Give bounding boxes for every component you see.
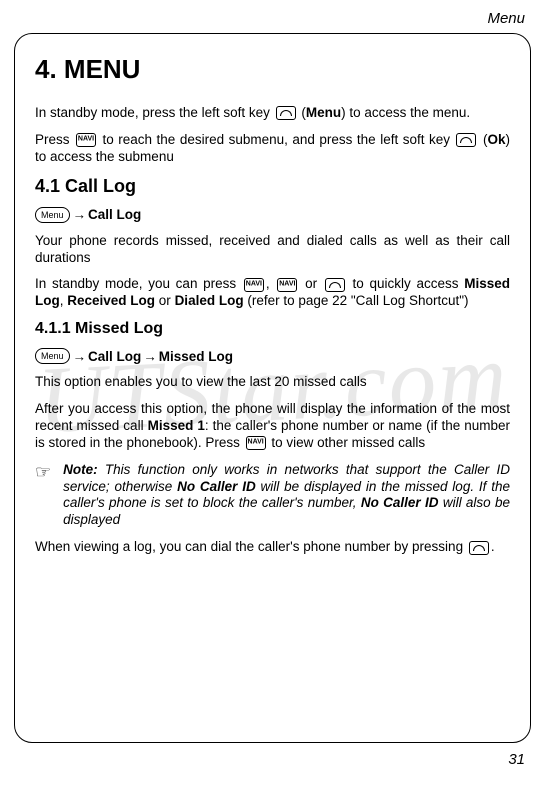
menu-pill-icon: Menu bbox=[35, 207, 70, 223]
note-hand-icon: ☞ bbox=[35, 462, 51, 530]
bold-text: Missed 1 bbox=[148, 418, 205, 433]
nav-key-icon bbox=[246, 436, 266, 450]
section-4-1-title: 4.1 Call Log bbox=[35, 176, 510, 197]
text: to view other missed calls bbox=[268, 435, 426, 450]
text: to reach the desired submenu, and press … bbox=[98, 132, 454, 147]
text: or bbox=[155, 293, 175, 308]
breadcrumb-4-1-1: Menu→Call Log→Missed Log bbox=[35, 348, 510, 364]
bold-text: Dialed Log bbox=[175, 293, 244, 308]
s411-paragraph-2: After you access this option, the phone … bbox=[35, 401, 510, 452]
text: (refer to page 22 "Call Log Shortcut") bbox=[244, 293, 469, 308]
bold-text: Received Log bbox=[67, 293, 155, 308]
softkey-icon bbox=[456, 133, 476, 147]
text: or bbox=[299, 276, 322, 291]
text: In standby mode, press the left soft key bbox=[35, 105, 274, 120]
softkey-icon bbox=[276, 106, 296, 120]
s411-paragraph-3: When viewing a log, you can dial the cal… bbox=[35, 539, 510, 556]
ok-label: Ok bbox=[487, 132, 505, 147]
s41-paragraph-2: In standby mode, you can press , or to q… bbox=[35, 276, 510, 310]
running-header: Menu bbox=[14, 10, 531, 27]
menu-label: Menu bbox=[306, 105, 341, 120]
page-number: 31 bbox=[14, 751, 531, 768]
text: . bbox=[491, 539, 495, 554]
arrow-icon: → bbox=[143, 349, 157, 364]
bold-text: No Caller ID bbox=[177, 479, 256, 494]
arrow-icon: → bbox=[73, 207, 87, 222]
nav-key-icon bbox=[244, 278, 264, 292]
nav-key-icon bbox=[277, 278, 297, 292]
arrow-icon: → bbox=[73, 349, 87, 364]
text: Press bbox=[35, 132, 74, 147]
breadcrumb-4-1: Menu→Call Log bbox=[35, 207, 510, 223]
text: When viewing a log, you can dial the cal… bbox=[35, 539, 467, 554]
call-key-icon bbox=[469, 541, 489, 555]
text: ( bbox=[298, 105, 306, 120]
s411-paragraph-1: This option enables you to view the last… bbox=[35, 374, 510, 391]
breadcrumb-label: Call Log bbox=[88, 349, 141, 364]
text: to quickly access bbox=[347, 276, 464, 291]
bold-text: No Caller ID bbox=[361, 495, 439, 510]
text: In standby mode, you can press bbox=[35, 276, 242, 291]
nav-key-icon bbox=[76, 133, 96, 147]
page: Menu UTStar.com 4. MENU In standby mode,… bbox=[0, 0, 545, 790]
text: , bbox=[266, 276, 275, 291]
breadcrumb-label: Call Log bbox=[88, 207, 141, 222]
note-text: Note: This function only works in networ… bbox=[63, 462, 510, 530]
breadcrumb-label: Missed Log bbox=[159, 349, 233, 364]
note-block: ☞ Note: This function only works in netw… bbox=[35, 462, 510, 530]
call-key-icon bbox=[325, 278, 345, 292]
s41-paragraph-1: Your phone records missed, received and … bbox=[35, 233, 510, 267]
menu-pill-icon: Menu bbox=[35, 348, 70, 364]
note-label: Note: bbox=[63, 462, 98, 477]
intro-paragraph-2: Press to reach the desired submenu, and … bbox=[35, 132, 510, 166]
content-frame: UTStar.com 4. MENU In standby mode, pres… bbox=[14, 33, 531, 743]
intro-paragraph-1: In standby mode, press the left soft key… bbox=[35, 105, 510, 122]
section-4-1-1-title: 4.1.1 Missed Log bbox=[35, 320, 510, 338]
chapter-title: 4. MENU bbox=[35, 54, 510, 85]
text: ) to access the menu. bbox=[341, 105, 470, 120]
